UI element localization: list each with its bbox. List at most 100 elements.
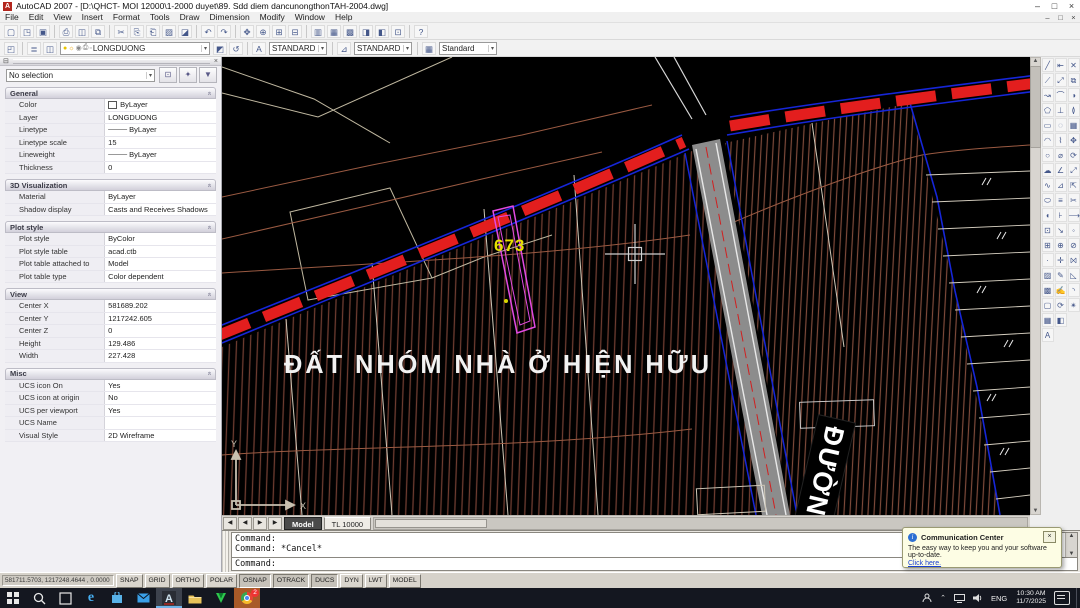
zoom-previous-icon[interactable]: ⊟ <box>288 25 302 38</box>
block-editor-icon[interactable]: ◪ <box>178 25 192 38</box>
leader-icon[interactable]: ↘ <box>1055 223 1067 237</box>
menu-modify[interactable]: Modify <box>255 12 290 22</box>
menu-draw[interactable]: Draw <box>175 12 205 22</box>
doc-minimize-button[interactable]: – <box>1041 13 1054 22</box>
break-at-point-icon[interactable]: ◦ <box>1068 223 1080 237</box>
copy-object-icon[interactable]: ⧉ <box>1068 73 1080 87</box>
collapse-chevron-icon[interactable]: « <box>206 292 213 296</box>
property-value[interactable] <box>104 417 216 429</box>
copy-icon[interactable]: ⎘ <box>130 25 144 38</box>
plot-icon[interactable]: ⎙ <box>59 25 73 38</box>
status-toggle-otrack[interactable]: OTRACK <box>273 574 309 588</box>
action-center-icon[interactable] <box>1054 591 1070 605</box>
menu-help[interactable]: Help <box>330 12 357 22</box>
menu-edit[interactable]: Edit <box>24 12 49 22</box>
status-toggle-ducs[interactable]: DUCS <box>311 574 338 588</box>
erase-icon[interactable]: ✕ <box>1068 58 1080 72</box>
rectangle-icon[interactable]: ▭ <box>1042 118 1054 132</box>
property-value[interactable]: LONGDUONG <box>104 112 216 124</box>
revision-cloud-icon[interactable]: ☁ <box>1042 163 1054 177</box>
collapse-chevron-icon[interactable]: « <box>206 183 213 187</box>
layer-states-icon[interactable]: ◫ <box>43 42 57 55</box>
pan-icon[interactable]: ✥ <box>240 25 254 38</box>
scrollbar-thumb[interactable] <box>375 519 487 528</box>
redo-icon[interactable]: ↷ <box>217 25 231 38</box>
language-indicator[interactable]: ENG <box>991 594 1007 603</box>
table-style-icon[interactable]: ▦ <box>422 42 436 55</box>
dim-aligned-icon[interactable]: ⤢ <box>1055 73 1067 87</box>
property-value[interactable]: ———ByLayer <box>104 149 216 161</box>
popup-link[interactable]: Click here. <box>908 560 941 567</box>
help-icon[interactable]: ? <box>414 25 428 38</box>
hatch-icon[interactable]: ▨ <box>1042 268 1054 282</box>
property-value[interactable]: ByLayer <box>104 99 216 111</box>
network-icon[interactable] <box>954 594 965 603</box>
popup-close-button[interactable]: × <box>1043 531 1056 543</box>
menu-format[interactable]: Format <box>108 12 145 22</box>
collapse-chevron-icon[interactable]: « <box>206 372 213 376</box>
status-toggle-dyn[interactable]: DYN <box>340 574 362 588</box>
property-value[interactable]: ByLayer <box>104 191 216 203</box>
scroll-down-icon[interactable]: ▼ <box>1069 551 1075 557</box>
save-icon[interactable]: ▣ <box>36 25 50 38</box>
tolerance-icon[interactable]: ⊕ <box>1055 238 1067 252</box>
palette-close-icon[interactable]: × <box>214 58 218 65</box>
property-value[interactable]: 227.428 <box>104 350 216 362</box>
text-style-icon[interactable]: A <box>252 42 266 55</box>
menu-view[interactable]: View <box>48 12 76 22</box>
menu-insert[interactable]: Insert <box>77 12 108 22</box>
palette-drag-handle[interactable] <box>13 59 210 64</box>
scroll-up-icon[interactable]: ▲ <box>1033 58 1039 64</box>
point-icon[interactable]: · <box>1042 253 1054 267</box>
close-button[interactable]: × <box>1063 1 1080 11</box>
layer-previous-icon[interactable]: ↺ <box>229 42 243 55</box>
table-icon[interactable]: ▦ <box>1042 313 1054 327</box>
dim-baseline-icon[interactable]: ≡ <box>1055 193 1067 207</box>
quick-select-button[interactable]: ✦ <box>179 67 197 83</box>
dim-style-icon[interactable]: ⊿ <box>337 42 351 55</box>
designcenter-icon[interactable]: ▦ <box>327 25 341 38</box>
dim-text-edit-icon[interactable]: ✍ <box>1055 283 1067 297</box>
property-value[interactable]: 129.486 <box>104 338 216 350</box>
region-icon[interactable]: ▢ <box>1042 298 1054 312</box>
dim-linear-icon[interactable]: ⇤ <box>1055 58 1067 72</box>
property-value[interactable]: 0 <box>104 325 216 337</box>
circle-icon[interactable]: ○ <box>1042 148 1054 162</box>
dim-jogged-icon[interactable]: ⌇ <box>1055 133 1067 147</box>
canvas-vertical-scrollbar[interactable]: ▲ ▼ <box>1030 57 1041 515</box>
layer-dropdown[interactable]: ● ☼ ◉ ⎙ ▫ LONGDUONG ▾ <box>60 42 210 55</box>
status-toggle-polar[interactable]: POLAR <box>206 574 237 588</box>
property-value[interactable]: Casts and Receives Shadows <box>104 204 216 216</box>
open-icon[interactable]: ◳ <box>20 25 34 38</box>
selection-dropdown[interactable]: No selection ▾ <box>6 69 155 82</box>
property-value[interactable]: ———ByLayer <box>104 124 216 136</box>
clock[interactable]: 10:30 AM 11/7/2025 <box>1016 590 1046 606</box>
trim-icon[interactable]: ✂ <box>1068 193 1080 207</box>
property-value[interactable]: Yes <box>104 405 216 417</box>
mirror-icon[interactable]: ◑ <box>1068 88 1080 102</box>
browser-icon[interactable]: 2 <box>234 588 260 608</box>
palette-collapse-icon[interactable]: ⊟ <box>3 57 9 65</box>
dim-radius-icon[interactable]: ◌ <box>1055 118 1067 132</box>
palette-title-bar[interactable]: ⊟ × <box>0 57 221 66</box>
people-icon[interactable] <box>922 593 932 603</box>
property-value[interactable]: 1217242.605 <box>104 313 216 325</box>
status-toggle-snap[interactable]: SNAP <box>116 574 143 588</box>
status-toggle-grid[interactable]: GRID <box>145 574 170 588</box>
workspace-icon[interactable]: ◰ <box>4 42 18 55</box>
property-value[interactable]: Color dependent <box>104 271 216 283</box>
offset-icon[interactable]: ≬ <box>1068 103 1080 117</box>
section-header-plot-style[interactable]: Plot style« <box>5 221 216 233</box>
start-button[interactable] <box>0 588 26 608</box>
dim-continue-icon[interactable]: ⊦ <box>1055 208 1067 222</box>
dim-diameter-icon[interactable]: ⌀ <box>1055 148 1067 162</box>
scale-icon[interactable]: ⤢ <box>1068 163 1080 177</box>
join-icon[interactable]: ⨝ <box>1068 253 1080 267</box>
store-icon[interactable] <box>104 588 130 608</box>
scroll-up-icon[interactable]: ▲ <box>1069 533 1075 539</box>
doc-restore-button[interactable]: □ <box>1054 13 1067 22</box>
scrollbar-thumb[interactable] <box>1030 66 1041 148</box>
tab-nav-back[interactable]: ◀ <box>238 517 252 530</box>
doc-close-button[interactable]: × <box>1067 13 1080 22</box>
explode-icon[interactable]: ✴ <box>1068 298 1080 312</box>
